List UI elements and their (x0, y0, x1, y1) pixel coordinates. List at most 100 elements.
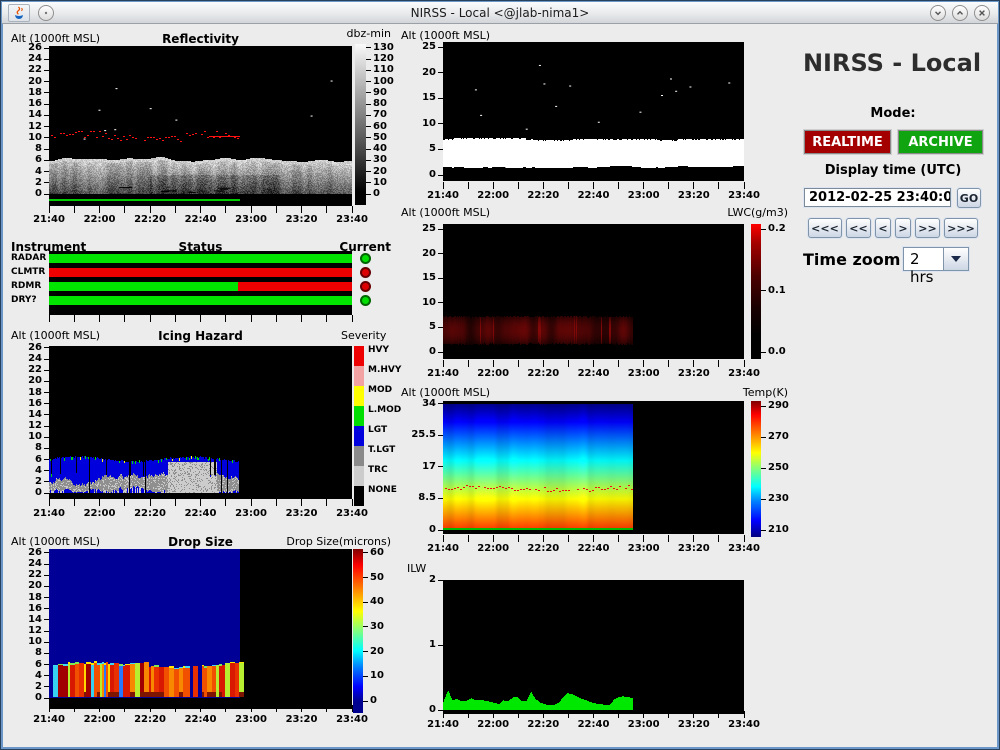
axis-tick-label: 23:20 (676, 719, 712, 730)
colorbar-tick (366, 137, 371, 138)
axis-tick (568, 360, 569, 367)
axis-tick-label: 14 (12, 409, 42, 420)
reflectivity-colorbar-label: dbz-min (329, 27, 391, 40)
axis-tick (74, 499, 75, 506)
colorbar-tick (366, 81, 371, 82)
colorbar-tick (366, 182, 371, 183)
axis-tick (718, 711, 719, 718)
display-time-input[interactable] (804, 188, 951, 207)
axis-tick-label: 23:40 (726, 543, 762, 554)
axis-tick (200, 206, 201, 213)
axis-tick (44, 126, 49, 127)
axis-tick (326, 206, 327, 213)
nav-fast-forward-button[interactable]: >>> (944, 218, 978, 238)
axis-tick (438, 123, 443, 124)
axis-tick (44, 631, 49, 632)
axis-tick (44, 414, 49, 415)
axis-tick (693, 182, 694, 189)
axis-tick-label: 18 (12, 387, 42, 398)
go-button[interactable]: GO (957, 188, 981, 208)
axis-tick-label: 25.5 (406, 429, 436, 440)
lwc-colorbar (751, 224, 761, 359)
axis-tick (593, 535, 594, 542)
nav-back-button[interactable]: << (846, 218, 871, 238)
lwc-colorbar-label: LWC(g/m3) (701, 206, 788, 219)
colorbar-tick (761, 229, 766, 230)
axis-tick-label: 22:40 (576, 190, 612, 201)
time-zoom-select[interactable]: 2 hrs (903, 247, 969, 271)
nav-step-back-button[interactable]: < (875, 218, 891, 238)
nav-step-forward-button[interactable]: > (895, 218, 911, 238)
lwc-y-axis-label: Alt (1000ft MSL) (401, 206, 490, 219)
axis-tick-label: 23:40 (334, 214, 370, 225)
colorbar-tick-label: 10 (370, 670, 384, 681)
drop-size-heatmap (49, 549, 352, 709)
axis-tick-label: 15 (406, 92, 436, 103)
axis-tick-label: 14 (12, 109, 42, 120)
axis-tick-label: 22:20 (525, 190, 561, 201)
axis-tick (276, 705, 277, 712)
axis-tick (643, 711, 644, 718)
axis-tick (518, 182, 519, 189)
minimize-button[interactable] (930, 5, 946, 21)
axis-tick-label: 34 (406, 398, 436, 409)
axis-tick (438, 580, 443, 581)
axis-tick (44, 104, 49, 105)
axis-tick-label: 22:00 (475, 368, 511, 379)
axis-tick-label: 23:20 (284, 714, 320, 725)
axis-tick (124, 315, 125, 322)
axis-tick (99, 206, 100, 213)
axis-tick-label: 23:00 (233, 508, 269, 519)
close-button[interactable] (974, 5, 990, 21)
colorbar-tick-label: 20 (373, 166, 387, 177)
axis-tick (44, 137, 49, 138)
axis-tick-label: 25 (406, 223, 436, 234)
axis-tick (301, 705, 302, 712)
colorbar-tick-label: 80 (373, 98, 387, 109)
axis-tick (593, 182, 594, 189)
axis-tick (744, 360, 745, 367)
axis-tick-label: 17 (406, 461, 436, 472)
axis-tick (438, 149, 443, 150)
axis-tick-label: 22:00 (82, 214, 118, 225)
dropdown-arrow-button[interactable] (943, 248, 968, 270)
axis-tick-label: 1 (406, 639, 436, 650)
status-bar-segment (49, 296, 352, 305)
axis-tick-label: 2 (12, 681, 42, 692)
axis-tick-label: 0 (406, 169, 436, 180)
axis-tick (568, 182, 569, 189)
nav-forward-button[interactable]: >> (915, 218, 940, 238)
archive-button[interactable]: ARCHIVE (898, 130, 983, 154)
colorbar-tick (363, 552, 368, 553)
colorbar-tick (363, 701, 368, 702)
axis-tick (438, 710, 443, 711)
axis-tick-label: 22:20 (132, 508, 168, 519)
colorbar-tick-label: 120 (373, 53, 394, 64)
status-bar-segment (49, 282, 238, 291)
severity-label: NONE (368, 485, 397, 495)
axis-tick (643, 535, 644, 542)
axis-tick (44, 171, 49, 172)
axis-tick (49, 705, 50, 712)
axis-tick (44, 564, 49, 565)
axis-tick-label: 10 (406, 118, 436, 129)
colorbar-tick-label: 30 (370, 621, 384, 632)
axis-tick (543, 182, 544, 189)
maximize-button[interactable] (952, 5, 968, 21)
axis-tick (44, 619, 49, 620)
axis-tick (44, 608, 49, 609)
axis-tick-label: 12 (12, 625, 42, 636)
colorbar-tick-label: 50 (373, 132, 387, 143)
axis-tick-label: 22:40 (576, 368, 612, 379)
axis-tick-label: 22:20 (525, 543, 561, 554)
status-current-dot (360, 281, 371, 292)
axis-tick (225, 315, 226, 322)
axis-tick (438, 466, 443, 467)
realtime-button[interactable]: REALTIME (804, 130, 891, 154)
axis-tick (438, 98, 443, 99)
nav-fast-back-button[interactable]: <<< (808, 218, 842, 238)
icing-title: Icing Hazard (49, 329, 352, 343)
colorbar-tick-label: 210 (768, 524, 789, 535)
titlebar[interactable]: NIRSS - Local <@jlab-nima1> (2, 2, 998, 24)
axis-tick (225, 499, 226, 506)
